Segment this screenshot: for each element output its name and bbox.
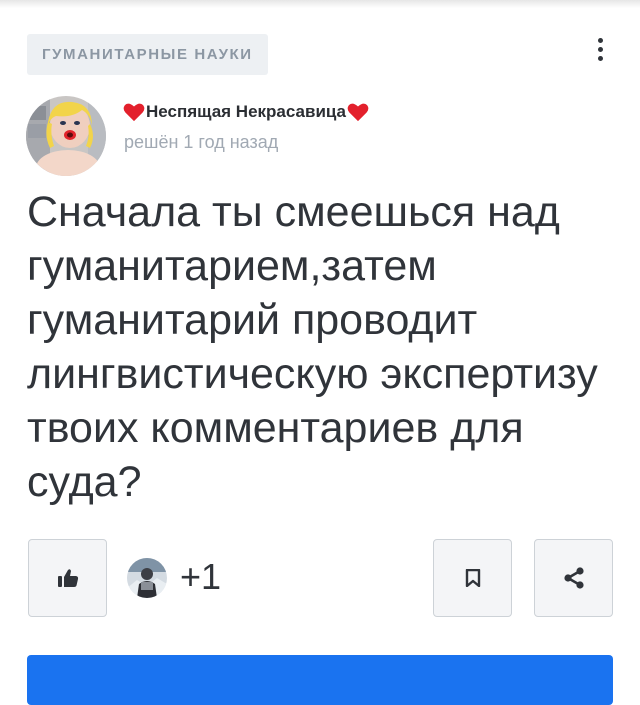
answer-button[interactable] bbox=[27, 655, 613, 705]
bookmark-icon bbox=[465, 569, 480, 587]
more-vertical-icon-dot bbox=[597, 55, 603, 61]
thanker-avatar-image bbox=[127, 558, 167, 598]
heart-icon bbox=[123, 103, 145, 122]
question-card: ГУМАНИТАРНЫЕ НАУКИ Неспящая Некрасавица … bbox=[0, 0, 640, 705]
solved-timestamp: решён 1 год назад bbox=[124, 132, 279, 152]
thanker-avatar[interactable] bbox=[127, 558, 167, 598]
thumbs-up-icon bbox=[57, 569, 78, 587]
more-vertical-icon-dot bbox=[597, 46, 603, 52]
author-link[interactable]: Неспящая Некрасавица bbox=[123, 99, 369, 125]
thanks-count: +1 bbox=[180, 556, 222, 597]
heart-icon bbox=[347, 103, 369, 122]
question-text: Сначала ты смеешься над гуманитарием,зат… bbox=[27, 188, 598, 506]
like-button[interactable] bbox=[28, 539, 107, 617]
avatar-image bbox=[26, 96, 106, 176]
share-button[interactable] bbox=[534, 539, 613, 617]
bookmark-button[interactable] bbox=[433, 539, 512, 617]
share-icon bbox=[563, 567, 584, 589]
more-vertical-icon bbox=[597, 37, 603, 43]
author-avatar[interactable] bbox=[26, 96, 106, 176]
subject-tag[interactable]: ГУМАНИТАРНЫЕ НАУКИ bbox=[27, 34, 268, 75]
author-name: Неспящая Некрасавица bbox=[146, 102, 347, 121]
more-options-button[interactable] bbox=[586, 33, 614, 65]
